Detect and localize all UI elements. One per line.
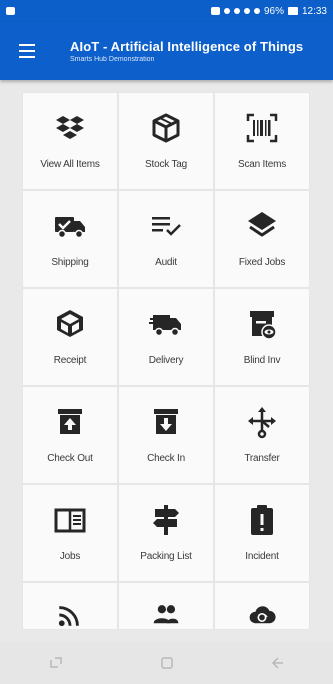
tile-label: Blind Inv (243, 355, 281, 366)
tile-label: Fixed Jobs (238, 257, 286, 268)
book-open-icon (54, 508, 86, 533)
tile-scan-items[interactable]: Scan Items (214, 92, 310, 190)
tile-label: Packing List (140, 551, 192, 562)
recent-apps-icon[interactable] (36, 649, 76, 677)
archive-up-icon (58, 409, 82, 434)
clock: 12:33 (301, 5, 327, 17)
tile-incident[interactable]: Incident (214, 484, 310, 582)
bluetooth-icon (233, 8, 240, 14)
system-nav-bar (0, 642, 333, 684)
screenshot-icon (210, 7, 220, 15)
tile-label: Check Out (47, 453, 93, 464)
tile-feed[interactable] (22, 582, 118, 630)
tile-jobs[interactable]: Jobs (22, 484, 118, 582)
tile-label: Transfer (244, 453, 280, 464)
layers-icon (248, 212, 276, 237)
tile-audit[interactable]: Audit (118, 190, 214, 288)
tile-cloud-sync[interactable] (214, 582, 310, 630)
dropbox-icon (56, 116, 84, 139)
tile-packing-list[interactable]: Packing List (118, 484, 214, 582)
app-subtitle: Smarts Hub Demonstration (70, 56, 155, 63)
tile-label: Delivery (148, 355, 184, 366)
tile-stock-tag[interactable]: Stock Tag (118, 92, 214, 190)
transfer-arrows-icon (248, 407, 276, 439)
tile-label: Incident (245, 551, 279, 562)
cube-icon (152, 113, 180, 143)
package-receive-icon (57, 310, 83, 337)
tile-label: Audit (155, 257, 177, 268)
app-bar: AIoT - Artificial Intelligence of Things… (0, 22, 333, 80)
tile-check-in[interactable]: Check In (118, 386, 214, 484)
home-icon[interactable] (147, 649, 187, 677)
tile-shipping[interactable]: Shipping (22, 190, 118, 288)
hamburger-menu-icon[interactable] (12, 33, 48, 69)
delivery-truck-icon (149, 315, 181, 337)
tile-check-out[interactable]: Check Out (22, 386, 118, 484)
menu-grid: View All Items Stock Tag Scan Items Ship… (22, 92, 310, 680)
tile-label: View All Items (40, 159, 100, 170)
cloud-sync-icon (249, 606, 276, 624)
clipboard-alert-icon (251, 505, 273, 535)
battery-icon (287, 7, 298, 15)
wifi-icon (243, 8, 250, 14)
signpost-icon (153, 505, 179, 535)
tile-label: Stock Tag (145, 159, 187, 170)
archive-down-icon (154, 409, 178, 434)
app-titles: AIoT - Artificial Intelligence of Things… (70, 39, 303, 63)
tile-label: Scan Items (237, 159, 287, 170)
notification-icon (6, 7, 15, 15)
tile-transfer[interactable]: Transfer (214, 386, 310, 484)
tile-receipt[interactable]: Receipt (22, 288, 118, 386)
location-icon (223, 8, 230, 14)
list-check-icon (152, 217, 181, 236)
people-icon (153, 605, 179, 624)
tile-view-all-items[interactable]: View All Items (22, 92, 118, 190)
signal-icon (253, 8, 260, 14)
tile-label: Shipping (51, 257, 89, 268)
tile-label: Receipt (53, 355, 87, 366)
app-title: AIoT - Artificial Intelligence of Things (70, 39, 304, 54)
status-bar: 96% 12:33 (0, 0, 333, 22)
battery-percent: 96% (263, 5, 284, 17)
back-icon[interactable] (258, 649, 298, 677)
tile-fixed-jobs[interactable]: Fixed Jobs (214, 190, 310, 288)
truck-check-icon (55, 217, 85, 239)
rss-icon (58, 606, 79, 627)
tile-label: Jobs (59, 551, 81, 562)
tile-users[interactable] (118, 582, 214, 630)
barcode-scan-icon (246, 113, 278, 143)
tile-blind-inv[interactable]: Blind Inv (214, 288, 310, 386)
blind-inventory-icon (250, 311, 277, 340)
tile-label: Check In (147, 453, 185, 464)
tile-delivery[interactable]: Delivery (118, 288, 214, 386)
